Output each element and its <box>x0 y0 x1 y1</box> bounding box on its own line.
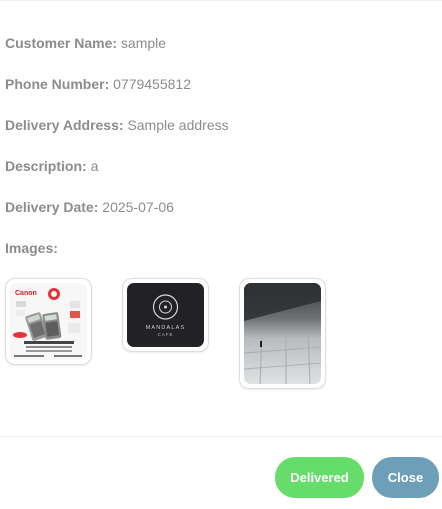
detail-label: Delivery Address: <box>5 117 124 133</box>
mandalas-text: MANDALAS <box>146 325 186 331</box>
image-thumbnail-1[interactable]: Canon <box>5 278 92 365</box>
detail-images: Images: <box>5 240 435 281</box>
detail-label: Phone Number: <box>5 76 110 92</box>
ceiling-photo-image <box>244 283 321 384</box>
image-gallery: Canon MANDALAS CAFE <box>5 278 435 398</box>
canon-product-illustration: Canon <box>10 283 87 360</box>
detail-label: Delivery Date: <box>5 199 99 215</box>
image-thumbnail-3[interactable] <box>239 278 326 389</box>
detail-value: Sample address <box>127 117 229 133</box>
canon-calculator-product-image: Canon <box>10 283 87 360</box>
modal-top-border <box>0 0 442 1</box>
canon-brand-text: Canon <box>15 290 37 297</box>
detail-customer-name: Customer Name: sample <box>5 35 435 76</box>
cafe-text: CAFE <box>157 332 173 337</box>
modal-footer-border <box>0 436 442 437</box>
ceiling-photo-illustration <box>244 283 321 384</box>
close-button[interactable]: Close <box>372 457 439 498</box>
detail-label: Images: <box>5 240 58 256</box>
detail-value: sample <box>120 35 167 51</box>
delivered-button[interactable]: Delivered <box>275 457 364 498</box>
detail-phone-number: Phone Number: 0779455812 <box>5 76 435 117</box>
detail-value: a <box>90 158 99 174</box>
detail-delivery-date: Delivery Date: 2025-07-06 <box>5 199 435 240</box>
detail-label: Customer Name: <box>5 35 118 51</box>
detail-value: 2025-07-06 <box>102 199 174 215</box>
order-details: Customer Name: sample Phone Number: 0779… <box>5 35 435 281</box>
detail-label: Description: <box>5 158 87 174</box>
detail-value: 0779455812 <box>113 76 191 92</box>
mandalas-cafe-logo-image: MANDALAS CAFE <box>127 283 204 347</box>
detail-delivery-address: Delivery Address: Sample address <box>5 117 435 158</box>
image-thumbnail-2[interactable]: MANDALAS CAFE <box>122 278 209 352</box>
mandalas-logo-illustration: MANDALAS CAFE <box>127 283 204 347</box>
detail-description: Description: a <box>5 158 435 199</box>
